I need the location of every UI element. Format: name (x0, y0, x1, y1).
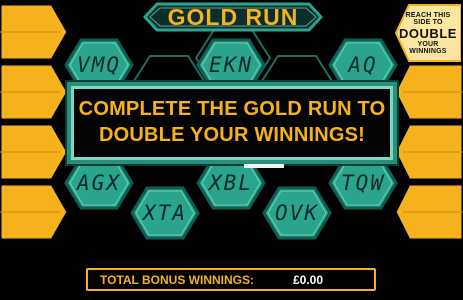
hex-cell-xta[interactable]: XTA (130, 186, 200, 240)
hex-label: EKN (209, 53, 253, 77)
hex-label: AGX (77, 171, 121, 195)
hex-cell-ovk[interactable]: OVK (262, 186, 332, 240)
game-title-plate: GOLD RUN (143, 2, 323, 32)
hex-cell-agx[interactable]: AGX (64, 156, 134, 210)
hex-label: OVK (275, 201, 319, 225)
hex-label: VMQ (77, 53, 121, 77)
message-line-2: DOUBLE YOUR WINNINGS! (98, 124, 366, 146)
game-title: GOLD RUN (167, 3, 299, 30)
bonus-winnings-label: TOTAL BONUS WINNINGS: (100, 272, 254, 287)
reach-line-2: SIDE TO (413, 18, 443, 26)
reach-line-3: YOUR (417, 40, 439, 48)
reach-side-badge: REACH THIS SIDE TO DOUBLE YOUR WINNINGS (395, 4, 461, 62)
hex-label: XTA (143, 201, 187, 225)
hex-cell-tqw[interactable]: TQW (328, 156, 398, 210)
message-banner: COMPLETE THE GOLD RUN TO DOUBLE YOUR WIN… (67, 82, 397, 164)
hex-label: TQW (341, 171, 385, 195)
hex-label: XBL (209, 171, 253, 195)
hex-label: AQ (348, 53, 378, 77)
banner-notch (244, 164, 284, 168)
bonus-winnings-value: £0.00 (293, 272, 324, 287)
bonus-winnings-bar: TOTAL BONUS WINNINGS: £0.00 (86, 268, 376, 291)
reach-line-1: REACH THIS (405, 11, 451, 19)
message-line-1: COMPLETE THE GOLD RUN TO (78, 98, 386, 121)
game-stage: VMQ EKN AQ AGX XBL TQW XTA OVK GOLD RUN (0, 0, 463, 300)
reach-highlight: DOUBLE (399, 25, 457, 41)
reach-line-4: WINNINGS (409, 47, 447, 55)
